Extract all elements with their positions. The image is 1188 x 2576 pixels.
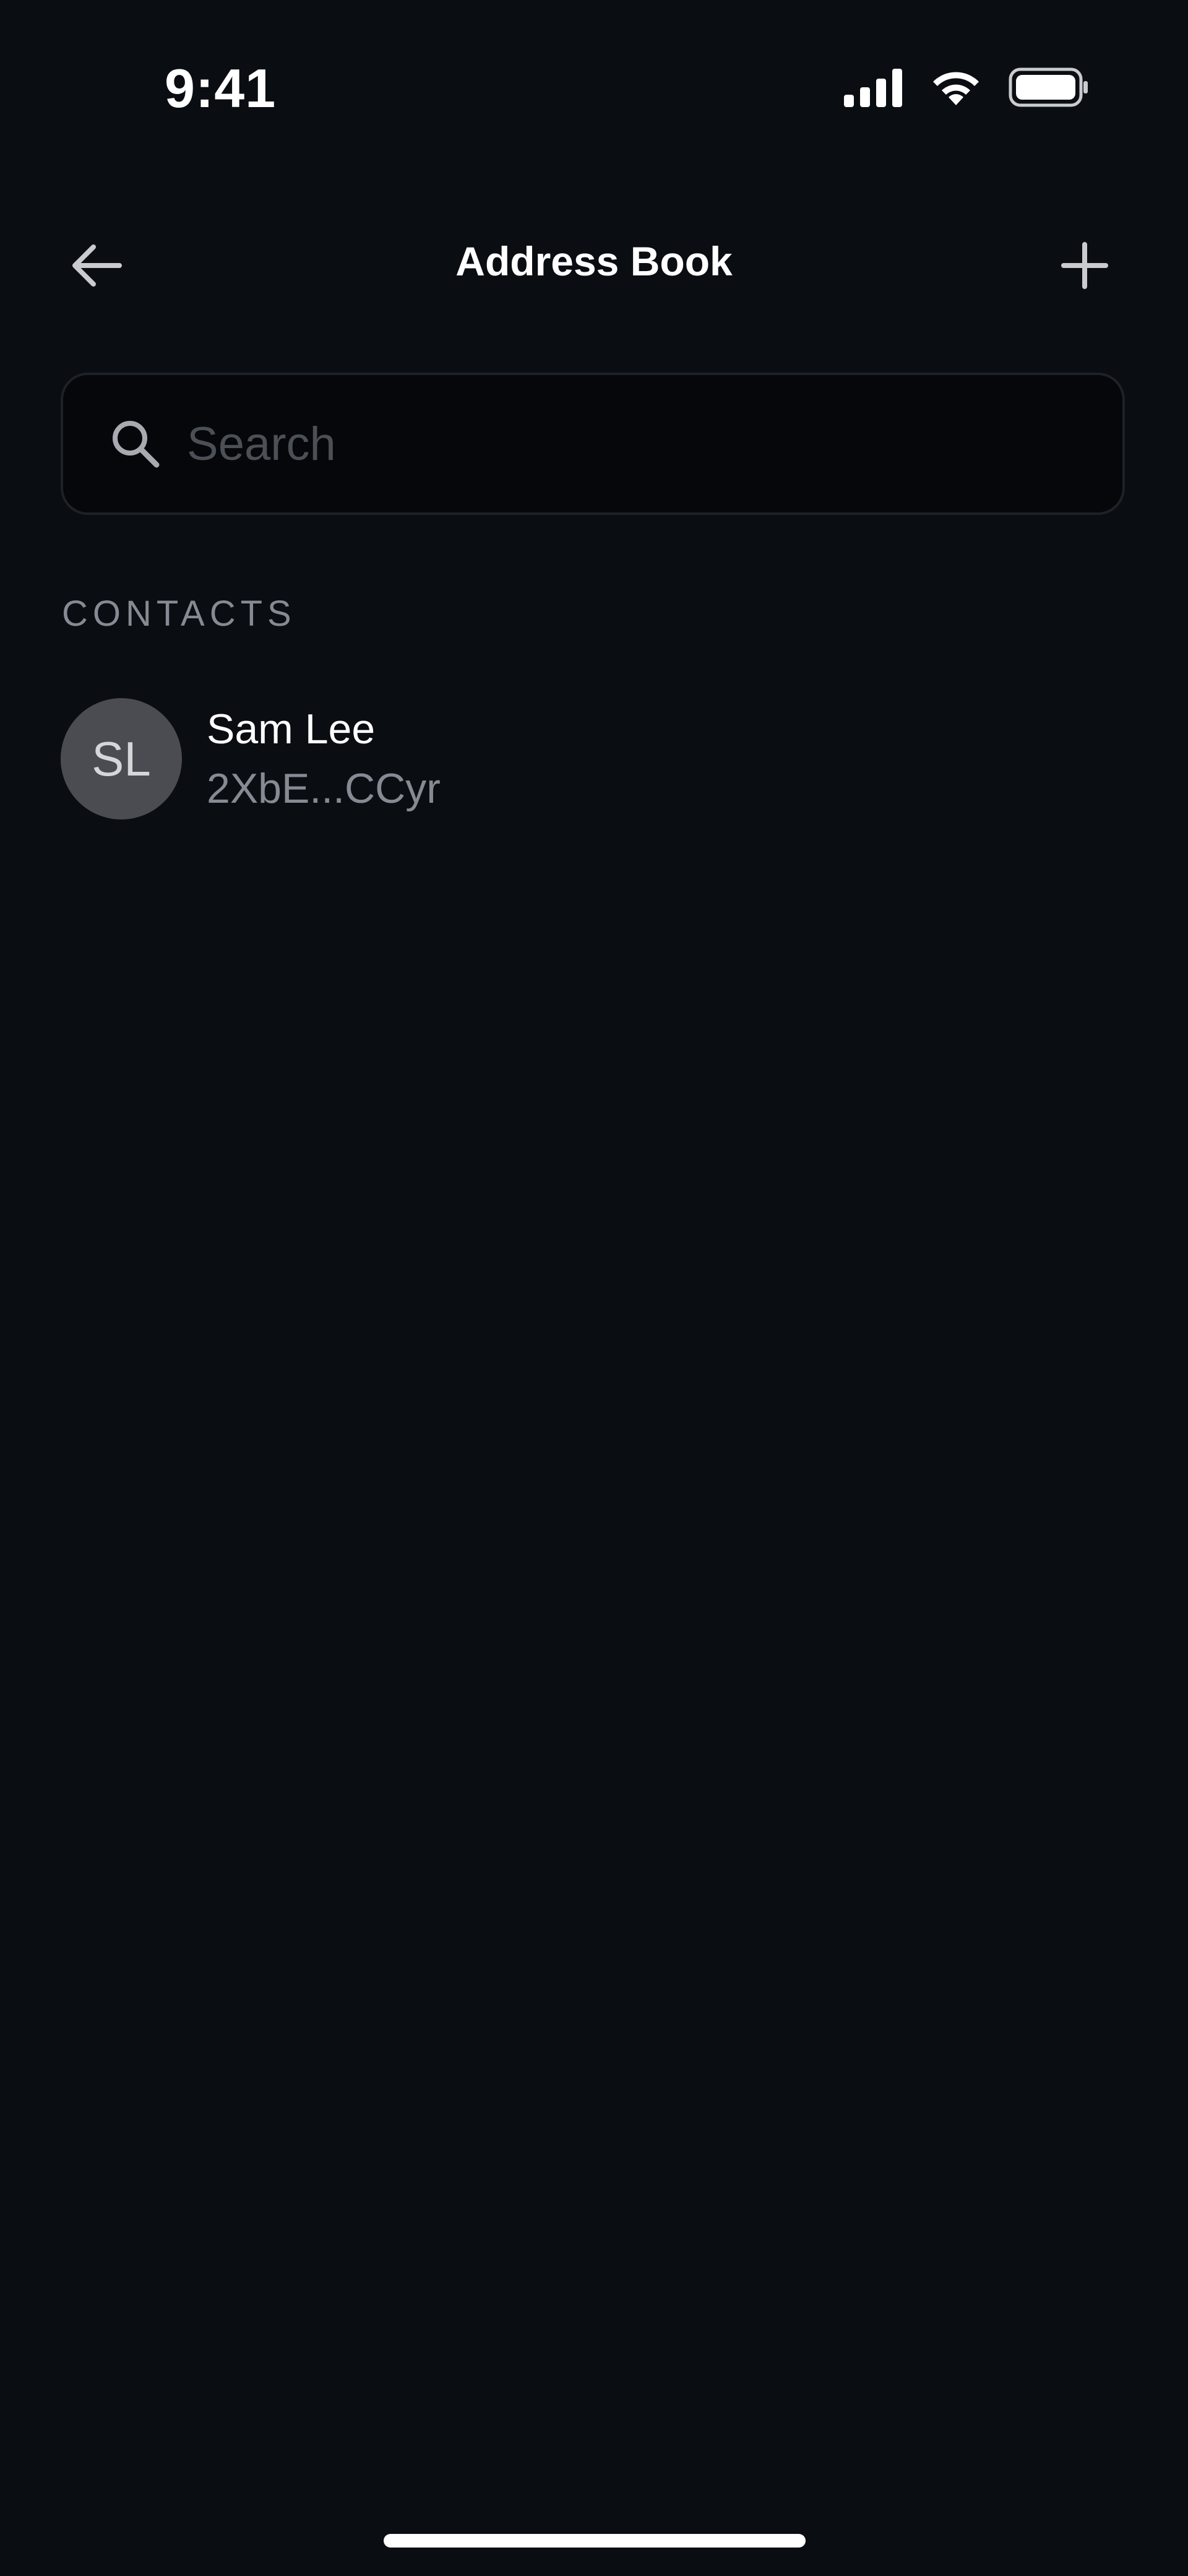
- search-input[interactable]: [186, 400, 1122, 488]
- status-time: 9:41: [165, 58, 277, 119]
- plus-icon: [1060, 241, 1109, 293]
- avatar: SL: [61, 698, 182, 819]
- status-bar: 9:41: [0, 0, 1188, 173]
- contact-name: Sam Lee: [207, 706, 376, 753]
- battery-icon: [1009, 67, 1089, 110]
- signal-icon: [844, 67, 903, 110]
- contacts-section-label: CONTACTS: [62, 594, 296, 634]
- add-contact-button[interactable]: [1051, 233, 1119, 301]
- contact-address: 2XbE...CCyr: [207, 765, 441, 812]
- contact-row[interactable]: SL Sam Lee 2XbE...CCyr: [61, 698, 1127, 819]
- search-box[interactable]: [61, 373, 1125, 515]
- page-title: Address Book: [455, 238, 733, 284]
- status-icons: [844, 67, 1089, 110]
- home-indicator: [384, 2534, 806, 2548]
- search-icon: [108, 416, 163, 472]
- contact-info: Sam Lee 2XbE...CCyr: [207, 699, 441, 818]
- wifi-icon: [928, 67, 984, 111]
- nav-header: Address Book: [0, 223, 1188, 303]
